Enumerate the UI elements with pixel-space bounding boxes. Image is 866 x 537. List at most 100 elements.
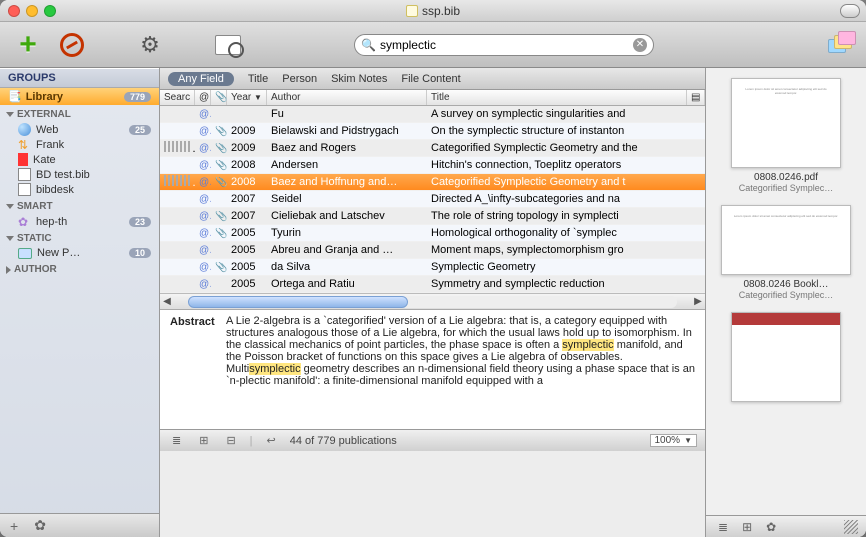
preview-thumbnail[interactable] <box>714 312 858 402</box>
cell-author: Bielawski and Pidstrygach <box>267 125 427 137</box>
sidebar-item-new-p-[interactable]: New P…10 <box>0 246 159 260</box>
scroll-thumb[interactable] <box>188 296 408 308</box>
search-field[interactable]: 🔍 ✕ <box>354 34 654 56</box>
preview-grid-button[interactable]: ⊞ <box>738 520 756 534</box>
table-row[interactable]: @📎2005TyurinHomological orthogonality of… <box>160 225 705 242</box>
scroll-right-button[interactable]: ▶ <box>691 296 705 307</box>
table-row[interactable]: @2007SeidelDirected A_\infty-subcategori… <box>160 191 705 208</box>
page-thumb-icon: Lorem ipsum dolor sit amet consectetur a… <box>721 205 851 275</box>
col-year[interactable]: Year ▼ <box>227 90 267 105</box>
cell-author: Ortega and Ratiu <box>267 278 427 290</box>
sidebar-group-external[interactable]: EXTERNAL <box>0 105 159 122</box>
zoom-selector[interactable]: 100% ▼ <box>650 434 698 447</box>
preview-footer: ≣ ⊞ ✿ <box>706 515 866 537</box>
table-row[interactable]: @2005Ortega and RatiuSymmetry and symple… <box>160 276 705 293</box>
sidebar-item-kate[interactable]: Kate <box>0 152 159 167</box>
plus-icon: + <box>19 28 37 62</box>
sidebar-item-label: hep-th <box>36 216 67 228</box>
at-icon: @ <box>195 279 211 290</box>
col-corner[interactable]: ▤ <box>687 90 705 105</box>
document-icon <box>406 5 418 17</box>
sidebar-item-bibdesk[interactable]: bibdesk <box>0 182 159 197</box>
table-row[interactable]: @📎2007Cieliebak and LatschevThe role of … <box>160 208 705 225</box>
scope-any-field[interactable]: Any Field <box>168 72 234 86</box>
col-title[interactable]: Title <box>427 90 687 105</box>
cell-title: Symmetry and symplectic reduction <box>427 278 705 290</box>
globe-icon <box>18 123 31 136</box>
sidebar-action-button[interactable]: ✿ <box>30 517 50 534</box>
cell-author: Fu <box>267 108 427 120</box>
action-menu-button[interactable]: ⚙ <box>132 27 168 63</box>
cell-year: 2005 <box>227 278 267 290</box>
preview-thumbnail[interactable]: Lorem ipsum dolor sit amet consectetur a… <box>714 205 858 300</box>
preview-list: Lorem ipsum dolor sit amet consectetur a… <box>706 68 866 515</box>
toolbar: + ⚙ 🔍 ✕ <box>0 22 866 68</box>
scope-person[interactable]: Person <box>282 73 317 85</box>
table-row[interactable]: @2005Abreu and Granja and …Moment maps, … <box>160 242 705 259</box>
view-list-button[interactable]: ≣ <box>168 434 185 447</box>
add-button[interactable]: + <box>10 27 46 63</box>
table-row[interactable]: @📎2008Baez and Hoffnung and…Categorified… <box>160 174 705 191</box>
scroll-left-button[interactable]: ◀ <box>160 296 174 307</box>
cell-title: Moment maps, symplectomorphism gro <box>427 244 705 256</box>
doc-icon <box>18 168 31 181</box>
sidebar-group-static[interactable]: STATIC <box>0 229 159 246</box>
search-input[interactable] <box>380 38 629 52</box>
sidebar-group-smart[interactable]: SMART <box>0 197 159 214</box>
sidebar-item-library[interactable]: 📑 Library 779 <box>0 88 159 105</box>
cell-year: 2005 <box>227 227 267 239</box>
app-window: ssp.bib + ⚙ 🔍 ✕ GROUPS 📑 Library 77 <box>0 0 866 537</box>
preview-thumbnail[interactable]: Lorem ipsum dolor sit amet consectetur a… <box>714 78 858 193</box>
table-row[interactable]: @📎2005da SilvaSymplectic Geometry <box>160 259 705 276</box>
table-row[interactable]: @📎2009Baez and RogersCategorified Symple… <box>160 140 705 157</box>
paperclip-icon: 📎 <box>211 160 227 171</box>
sidebar-header: GROUPS <box>0 68 159 88</box>
col-author[interactable]: Author <box>267 90 427 105</box>
scroll-track[interactable] <box>188 296 677 308</box>
col-clip[interactable]: 📎 <box>211 90 227 105</box>
resize-handle[interactable] <box>844 520 858 534</box>
horizontal-scrollbar[interactable]: ◀ ▶ <box>160 293 705 309</box>
preview-action-button[interactable]: ✿ <box>762 520 780 534</box>
abstract-label: Abstract <box>170 316 215 328</box>
col-at[interactable]: @ <box>195 90 211 105</box>
delete-button[interactable] <box>54 27 90 63</box>
scope-title[interactable]: Title <box>248 73 268 85</box>
sidebar-group-author[interactable]: AUTHOR <box>0 260 159 277</box>
sidebar-item-web[interactable]: Web25 <box>0 122 159 137</box>
page-thumb-icon: Lorem ipsum dolor sit amet consectetur a… <box>731 78 841 168</box>
scope-file-content[interactable]: File Content <box>401 73 460 85</box>
clear-search-button[interactable]: ✕ <box>633 38 647 52</box>
sidebar-item-bd-test-bib[interactable]: BD test.bib <box>0 167 159 182</box>
view-grid-button[interactable]: ⊞ <box>195 434 212 447</box>
sidebar-item-frank[interactable]: ⇅Frank <box>0 137 159 152</box>
folder-icon <box>18 248 32 259</box>
col-search[interactable]: Searc <box>160 90 195 105</box>
paperclip-icon: 📎 <box>211 262 227 273</box>
thumb-subtitle: Categorified Symplec… <box>714 183 858 193</box>
table-row[interactable]: @📎2009Bielawski and PidstrygachOn the sy… <box>160 123 705 140</box>
preview-list-button[interactable]: ≣ <box>714 520 732 534</box>
table-row[interactable]: @📎2008AndersenHitchin's connection, Toep… <box>160 157 705 174</box>
cell-author: Cieliebak and Latschev <box>267 210 427 222</box>
cell-title: Hitchin's connection, Toeplitz operators <box>427 159 705 171</box>
preview-button[interactable] <box>210 27 246 63</box>
scope-skim-notes[interactable]: Skim Notes <box>331 73 387 85</box>
disclosure-triangle-icon <box>6 266 11 274</box>
view-cover-button[interactable]: ⊟ <box>222 434 239 447</box>
table-row[interactable]: @FuA survey on symplectic singularities … <box>160 106 705 123</box>
paperclip-icon: 📎 <box>211 228 227 239</box>
zoom-value: 100% <box>655 435 681 446</box>
status-count: 44 of 779 publications <box>290 435 397 447</box>
cell-year: 2009 <box>227 125 267 137</box>
count-badge: 779 <box>124 92 151 102</box>
cell-year: 2005 <box>227 244 267 256</box>
sidebar: GROUPS 📑 Library 779 EXTERNALWeb25⇅Frank… <box>0 68 160 537</box>
toolbar-toggle-button[interactable] <box>840 4 860 18</box>
search-scope-bar: Any Field Title Person Skim Notes File Conte… <box>160 68 705 90</box>
sidebar-add-button[interactable]: + <box>6 518 22 534</box>
no-entry-icon <box>60 33 84 57</box>
color-labels-button[interactable] <box>828 31 856 59</box>
nav-back-button[interactable]: ↩ <box>263 434 280 447</box>
sidebar-item-hep-th[interactable]: ✿hep-th23 <box>0 214 159 229</box>
